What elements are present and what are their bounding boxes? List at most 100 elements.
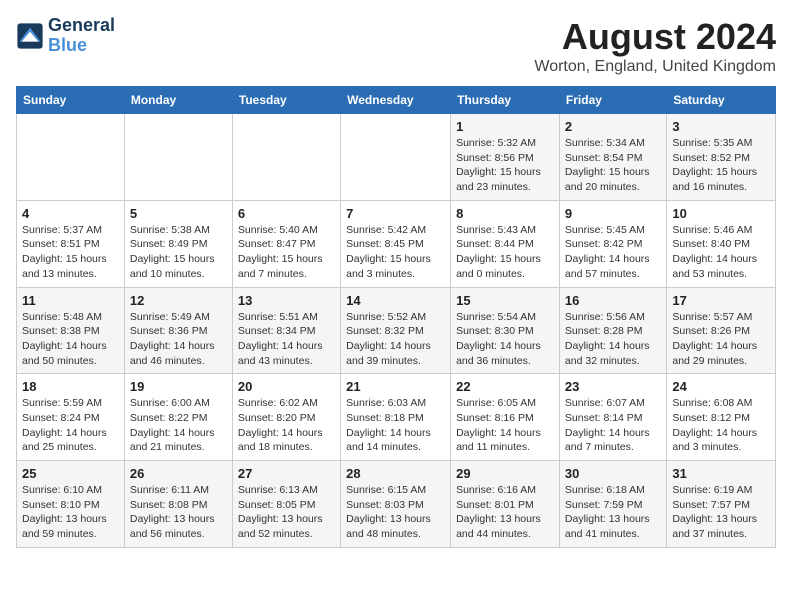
- logo-icon: [16, 22, 44, 50]
- weekday-header-cell: Saturday: [667, 87, 776, 114]
- day-info: Sunrise: 5:51 AM Sunset: 8:34 PM Dayligh…: [238, 310, 335, 369]
- day-number: 31: [672, 466, 770, 481]
- day-number: 21: [346, 379, 445, 394]
- calendar-day-cell: 28Sunrise: 6:15 AM Sunset: 8:03 PM Dayli…: [341, 461, 451, 548]
- calendar-day-cell: 2 Sunrise: 5:34 AM Sunset: 8:54 PM Daylig…: [559, 114, 666, 201]
- calendar-day-cell: 21Sunrise: 6:03 AM Sunset: 8:18 PM Dayli…: [341, 374, 451, 461]
- calendar-day-cell: 15 Sunrise: 5:54 AM Sunset: 8:30 PM Dayli…: [451, 287, 560, 374]
- calendar-body: 1 Sunrise: 5:32 AM Sunset: 8:56 PM Daylig…: [17, 114, 776, 548]
- calendar-day-cell: 23 Sunrise: 6:07 AM Sunset: 8:14 PM Dayli…: [559, 374, 666, 461]
- calendar-week-row: 18 Sunrise: 5:59 AM Sunset: 8:24 PM Dayli…: [17, 374, 776, 461]
- weekday-header-cell: Wednesday: [341, 87, 451, 114]
- day-info: Sunrise: 6:10 AM Sunset: 8:10 PM Dayligh…: [22, 483, 119, 542]
- day-number: 6: [238, 206, 335, 221]
- calendar-day-cell: 20 Sunrise: 6:02 AM Sunset: 8:20 PM Dayli…: [232, 374, 340, 461]
- day-number: 29: [456, 466, 554, 481]
- day-info: Sunrise: 5:42 AM Sunset: 8:45 PM Dayligh…: [346, 223, 445, 282]
- day-number: 24: [672, 379, 770, 394]
- day-info: Sunrise: 5:32 AM Sunset: 8:56 PM Dayligh…: [456, 136, 554, 195]
- day-number: 12: [130, 293, 227, 308]
- calendar-day-cell: 5 Sunrise: 5:38 AM Sunset: 8:49 PM Daylig…: [124, 200, 232, 287]
- day-number: 2: [565, 119, 661, 134]
- day-info: Sunrise: 6:15 AM Sunset: 8:03 PM Dayligh…: [346, 483, 445, 542]
- day-info: Sunrise: 6:08 AM Sunset: 8:12 PM Dayligh…: [672, 396, 770, 455]
- day-number: 10: [672, 206, 770, 221]
- calendar-day-cell: [17, 114, 125, 201]
- day-info: Sunrise: 5:35 AM Sunset: 8:52 PM Dayligh…: [672, 136, 770, 195]
- calendar-day-cell: 4Sunrise: 5:37 AM Sunset: 8:51 PM Daylig…: [17, 200, 125, 287]
- day-number: 20: [238, 379, 335, 394]
- calendar-subtitle: Worton, England, United Kingdom: [534, 58, 776, 76]
- calendar-day-cell: 8 Sunrise: 5:43 AM Sunset: 8:44 PM Daylig…: [451, 200, 560, 287]
- calendar-day-cell: 1 Sunrise: 5:32 AM Sunset: 8:56 PM Daylig…: [451, 114, 560, 201]
- day-number: 11: [22, 293, 119, 308]
- calendar-day-cell: 7 Sunrise: 5:42 AM Sunset: 8:45 PM Daylig…: [341, 200, 451, 287]
- calendar-week-row: 25 Sunrise: 6:10 AM Sunset: 8:10 PM Dayli…: [17, 461, 776, 548]
- day-number: 5: [130, 206, 227, 221]
- day-number: 8: [456, 206, 554, 221]
- day-info: Sunrise: 6:00 AM Sunset: 8:22 PM Dayligh…: [130, 396, 227, 455]
- calendar-day-cell: [232, 114, 340, 201]
- day-number: 26: [130, 466, 227, 481]
- calendar-day-cell: 29 Sunrise: 6:16 AM Sunset: 8:01 PM Dayli…: [451, 461, 560, 548]
- day-number: 7: [346, 206, 445, 221]
- calendar-day-cell: 27Sunrise: 6:13 AM Sunset: 8:05 PM Dayli…: [232, 461, 340, 548]
- day-number: 25: [22, 466, 119, 481]
- day-info: Sunrise: 5:54 AM Sunset: 8:30 PM Dayligh…: [456, 310, 554, 369]
- day-info: Sunrise: 5:40 AM Sunset: 8:47 PM Dayligh…: [238, 223, 335, 282]
- logo: General Blue: [16, 16, 115, 56]
- day-number: 1: [456, 119, 554, 134]
- day-number: 15: [456, 293, 554, 308]
- day-number: 18: [22, 379, 119, 394]
- day-info: Sunrise: 6:16 AM Sunset: 8:01 PM Dayligh…: [456, 483, 554, 542]
- calendar-day-cell: [341, 114, 451, 201]
- calendar-day-cell: 17Sunrise: 5:57 AM Sunset: 8:26 PM Dayli…: [667, 287, 776, 374]
- calendar-day-cell: 19 Sunrise: 6:00 AM Sunset: 8:22 PM Dayli…: [124, 374, 232, 461]
- weekday-header-cell: Thursday: [451, 87, 560, 114]
- day-info: Sunrise: 5:49 AM Sunset: 8:36 PM Dayligh…: [130, 310, 227, 369]
- calendar-day-cell: 24 Sunrise: 6:08 AM Sunset: 8:12 PM Dayli…: [667, 374, 776, 461]
- day-info: Sunrise: 5:34 AM Sunset: 8:54 PM Dayligh…: [565, 136, 661, 195]
- calendar-day-cell: 22Sunrise: 6:05 AM Sunset: 8:16 PM Dayli…: [451, 374, 560, 461]
- calendar-day-cell: 13 Sunrise: 5:51 AM Sunset: 8:34 PM Dayli…: [232, 287, 340, 374]
- day-info: Sunrise: 5:56 AM Sunset: 8:28 PM Dayligh…: [565, 310, 661, 369]
- day-number: 14: [346, 293, 445, 308]
- calendar-day-cell: 9Sunrise: 5:45 AM Sunset: 8:42 PM Daylig…: [559, 200, 666, 287]
- calendar-day-cell: 26Sunrise: 6:11 AM Sunset: 8:08 PM Dayli…: [124, 461, 232, 548]
- calendar-day-cell: 12 Sunrise: 5:49 AM Sunset: 8:36 PM Dayli…: [124, 287, 232, 374]
- day-number: 13: [238, 293, 335, 308]
- calendar-day-cell: [124, 114, 232, 201]
- calendar-table: SundayMondayTuesdayWednesdayThursdayFrid…: [16, 86, 776, 548]
- day-info: Sunrise: 5:59 AM Sunset: 8:24 PM Dayligh…: [22, 396, 119, 455]
- day-number: 17: [672, 293, 770, 308]
- calendar-day-cell: 16Sunrise: 5:56 AM Sunset: 8:28 PM Dayli…: [559, 287, 666, 374]
- day-number: 9: [565, 206, 661, 221]
- day-info: Sunrise: 6:07 AM Sunset: 8:14 PM Dayligh…: [565, 396, 661, 455]
- day-info: Sunrise: 6:05 AM Sunset: 8:16 PM Dayligh…: [456, 396, 554, 455]
- day-number: 27: [238, 466, 335, 481]
- day-info: Sunrise: 5:43 AM Sunset: 8:44 PM Dayligh…: [456, 223, 554, 282]
- logo-line2: Blue: [48, 35, 87, 55]
- weekday-header-cell: Friday: [559, 87, 666, 114]
- calendar-week-row: 11 Sunrise: 5:48 AM Sunset: 8:38 PM Dayli…: [17, 287, 776, 374]
- title-area: August 2024 Worton, England, United King…: [534, 16, 776, 76]
- day-number: 19: [130, 379, 227, 394]
- calendar-day-cell: 30Sunrise: 6:18 AM Sunset: 7:59 PM Dayli…: [559, 461, 666, 548]
- calendar-day-cell: 25 Sunrise: 6:10 AM Sunset: 8:10 PM Dayli…: [17, 461, 125, 548]
- calendar-week-row: 1 Sunrise: 5:32 AM Sunset: 8:56 PM Daylig…: [17, 114, 776, 201]
- weekday-header-cell: Tuesday: [232, 87, 340, 114]
- day-info: Sunrise: 5:48 AM Sunset: 8:38 PM Dayligh…: [22, 310, 119, 369]
- day-number: 23: [565, 379, 661, 394]
- calendar-day-cell: 31 Sunrise: 6:19 AM Sunset: 7:57 PM Dayli…: [667, 461, 776, 548]
- day-number: 30: [565, 466, 661, 481]
- day-info: Sunrise: 6:19 AM Sunset: 7:57 PM Dayligh…: [672, 483, 770, 542]
- weekday-header-row: SundayMondayTuesdayWednesdayThursdayFrid…: [17, 87, 776, 114]
- calendar-day-cell: 14Sunrise: 5:52 AM Sunset: 8:32 PM Dayli…: [341, 287, 451, 374]
- calendar-day-cell: 18 Sunrise: 5:59 AM Sunset: 8:24 PM Dayli…: [17, 374, 125, 461]
- calendar-week-row: 4Sunrise: 5:37 AM Sunset: 8:51 PM Daylig…: [17, 200, 776, 287]
- day-info: Sunrise: 6:02 AM Sunset: 8:20 PM Dayligh…: [238, 396, 335, 455]
- weekday-header-cell: Sunday: [17, 87, 125, 114]
- day-info: Sunrise: 5:38 AM Sunset: 8:49 PM Dayligh…: [130, 223, 227, 282]
- calendar-day-cell: 6 Sunrise: 5:40 AM Sunset: 8:47 PM Daylig…: [232, 200, 340, 287]
- calendar-day-cell: 10Sunrise: 5:46 AM Sunset: 8:40 PM Dayli…: [667, 200, 776, 287]
